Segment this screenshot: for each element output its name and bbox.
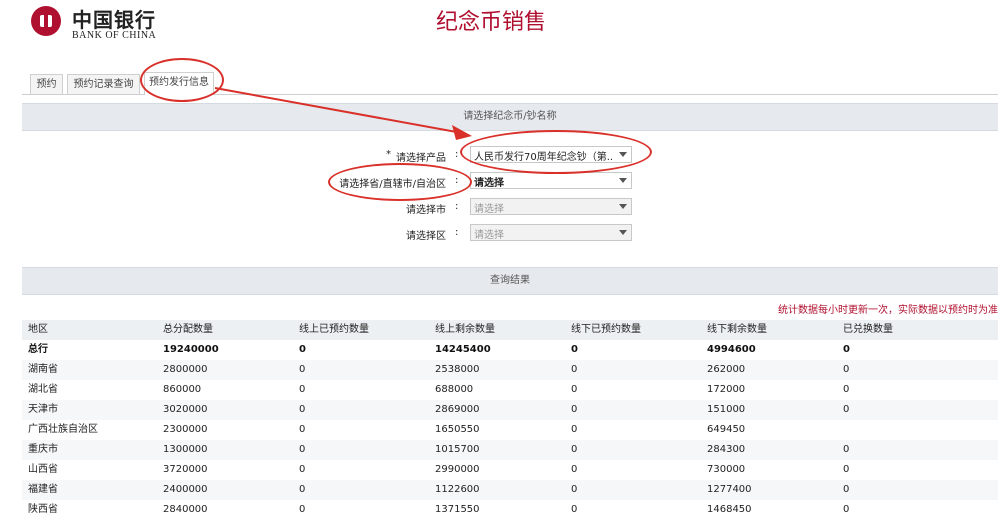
annotation-arrow-head <box>452 125 472 140</box>
annotation-arrow <box>214 87 472 140</box>
annotation-arrow-line <box>214 87 463 134</box>
